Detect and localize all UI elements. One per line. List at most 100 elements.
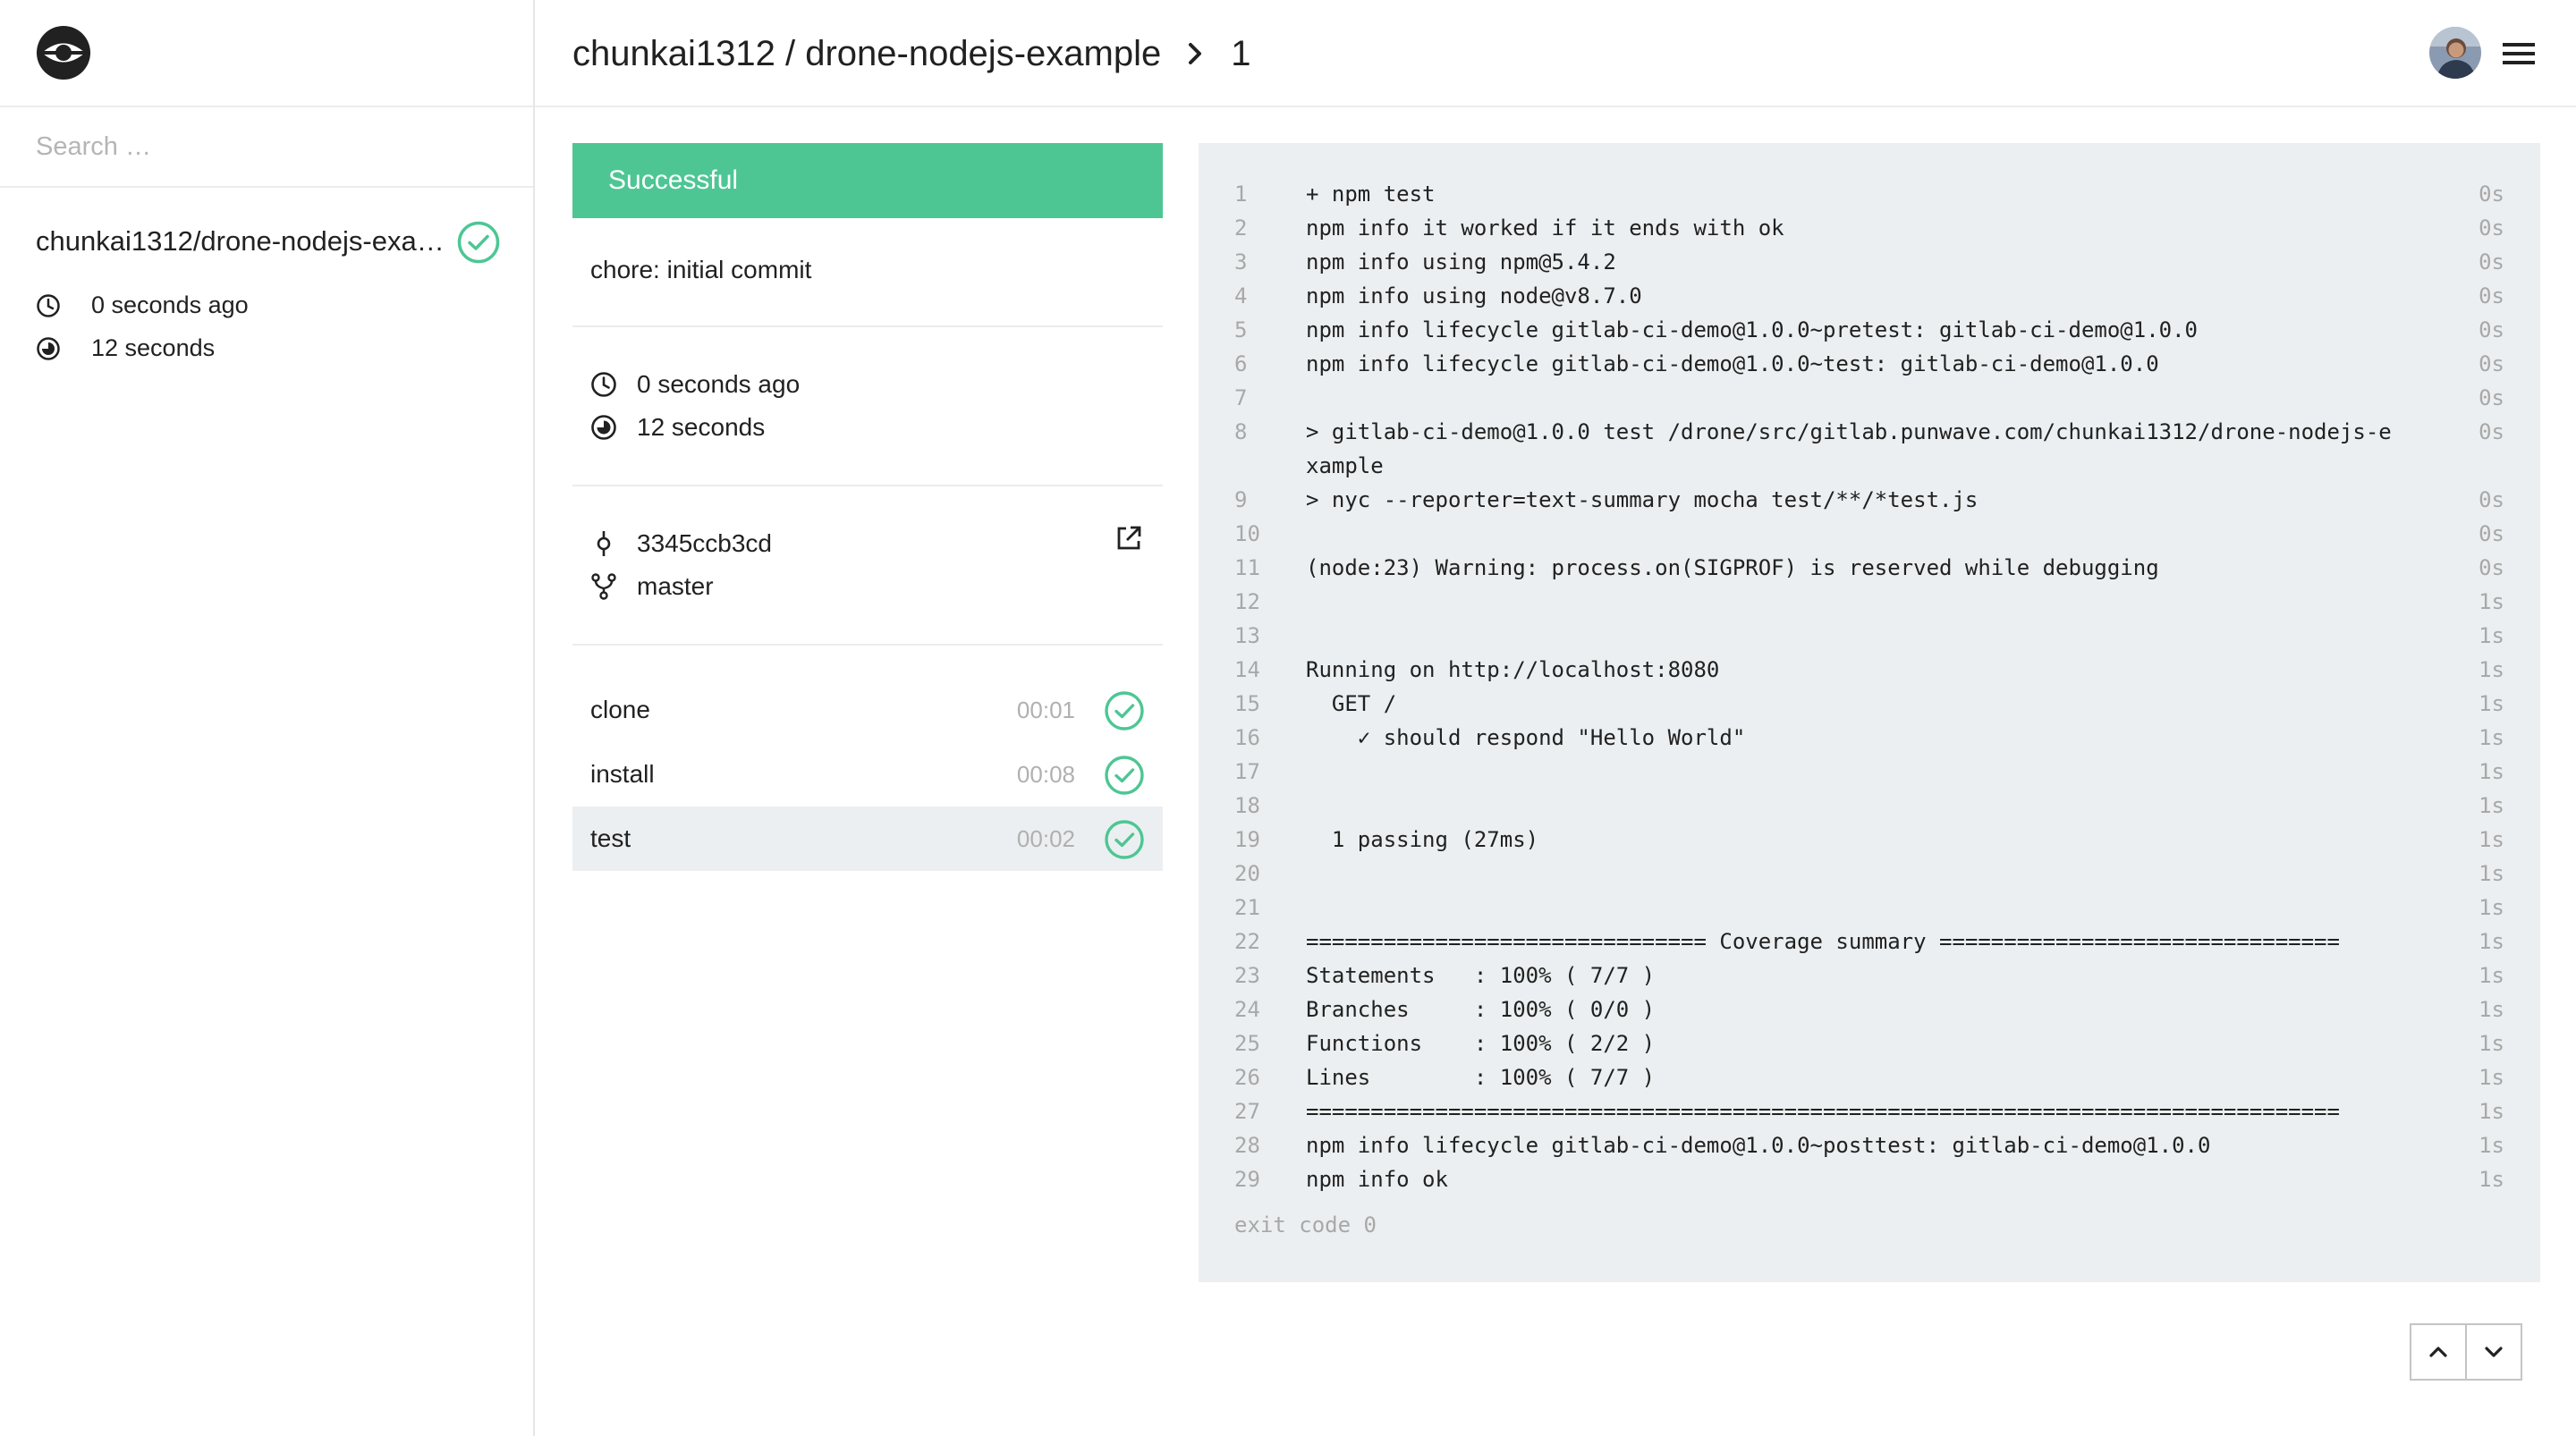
- log-line-number: 19: [1234, 827, 1260, 852]
- log-line-text: ========================================…: [1306, 1099, 2340, 1124]
- timelapse-icon: [36, 336, 61, 361]
- build-status-banner: Successful: [572, 143, 1163, 218]
- branch-icon: [590, 573, 617, 600]
- build-duration-text: 12 seconds: [637, 413, 766, 441]
- log-line-number: 17: [1234, 759, 1260, 784]
- branch-row: master: [590, 572, 714, 601]
- log-line-text: npm info lifecycle gitlab-ci-demo@1.0.0~…: [1306, 351, 2159, 376]
- commit-sha: 3345ccb3cd: [637, 529, 773, 557]
- log-line-time: 1s: [2479, 1031, 2504, 1056]
- log-line: 2 npm info it worked if it ends with ok 0s: [1199, 211, 2540, 245]
- log-line-text: > nyc --reporter=text-summary mocha test…: [1306, 487, 1979, 512]
- log-line-text: (node:23) Warning: process.on(SIGPROF) i…: [1306, 555, 2159, 580]
- log-line-number: 9: [1234, 487, 1248, 512]
- drone-logo-icon[interactable]: [34, 23, 93, 82]
- chevron-up-icon: [2429, 1347, 2447, 1357]
- log-line: 29 npm info ok 1s: [1199, 1162, 2540, 1196]
- commit-icon: [590, 530, 617, 557]
- log-output: 1 + npm test 0s 2 npm info it worked if it e…: [1199, 143, 2540, 1282]
- log-line-text: npm info lifecycle gitlab-ci-demo@1.0.0~…: [1306, 1133, 2211, 1158]
- log-line-time: 0s: [2479, 249, 2504, 275]
- step-item-active[interactable]: test 00:02: [572, 807, 1163, 871]
- external-link-icon[interactable]: [1114, 524, 1143, 553]
- check-circle-icon: [1104, 690, 1145, 731]
- log-line: 16 ✓ should respond "Hello World" 1s: [1199, 721, 2540, 755]
- log-lines: 1 + npm test 0s 2 npm info it worked if it e…: [1199, 177, 2540, 1196]
- commit-message: chore: initial commit: [590, 256, 812, 283]
- log-line-time: 1s: [2479, 725, 2504, 750]
- log-line-time: 0s: [2479, 351, 2504, 376]
- log-line: 14 Running on http://localhost:8080 1s: [1199, 653, 2540, 687]
- log-line-text: npm info using node@v8.7.0: [1306, 283, 1642, 308]
- log-line: 1 + npm test 0s: [1199, 177, 2540, 211]
- step-item[interactable]: install 00:08: [572, 742, 1163, 807]
- log-line-number: 4: [1234, 283, 1248, 308]
- log-line-time: 1s: [2479, 929, 2504, 954]
- log-line-number: 15: [1234, 691, 1260, 716]
- log-line-time: 0s: [2479, 487, 2504, 512]
- log-line: 10 0s: [1199, 517, 2540, 551]
- log-line-number: 12: [1234, 589, 1260, 614]
- scroll-up-button[interactable]: [2411, 1325, 2465, 1379]
- chevron-down-icon: [2485, 1347, 2503, 1357]
- chevron-right-icon: [1182, 41, 1208, 66]
- log-line-number: 1: [1234, 182, 1248, 207]
- log-line-text: npm info it worked if it ends with ok: [1306, 215, 1784, 241]
- log-line: 15 GET / 1s: [1199, 687, 2540, 721]
- repo-duration-text: 12 seconds: [91, 334, 216, 361]
- menu-icon[interactable]: [2501, 39, 2537, 68]
- log-line-number: 25: [1234, 1031, 1260, 1056]
- build-created-text: 0 seconds ago: [637, 370, 801, 398]
- log-line-text: ✓ should respond "Hello World": [1306, 725, 1746, 750]
- breadcrumb-repo-link[interactable]: chunkai1312 / drone-nodejs-example: [572, 34, 1161, 74]
- log-line: 4 npm info using node@v8.7.0 0s: [1199, 279, 2540, 313]
- log-line: 12 1s: [1199, 585, 2540, 619]
- log-line-number: 21: [1234, 895, 1260, 920]
- log-line: 24 Branches : 100% ( 0/0 ) 1s: [1199, 993, 2540, 1026]
- log-line-time: 1s: [2479, 1065, 2504, 1090]
- log-line-text: Lines : 100% ( 7/7 ): [1306, 1065, 1656, 1090]
- sidebar: chunkai1312/drone-nodejs-exa… 0 seconds …: [0, 0, 535, 1436]
- avatar[interactable]: [2429, 27, 2481, 79]
- log-line-time: 1s: [2479, 657, 2504, 682]
- branch-name: master: [637, 572, 714, 600]
- step-item[interactable]: clone 00:01: [572, 678, 1163, 742]
- divider: [572, 325, 1163, 327]
- repo-duration-row: 12 seconds: [36, 334, 215, 362]
- divider: [0, 186, 533, 188]
- timelapse-icon: [590, 414, 617, 441]
- log-line-time: 1s: [2479, 1133, 2504, 1158]
- commit-sha-row: 3345ccb3cd: [590, 529, 772, 558]
- log-line-time: 1s: [2479, 759, 2504, 784]
- check-circle-icon: [456, 220, 501, 269]
- repo-name[interactable]: chunkai1312/drone-nodejs-exa…: [36, 225, 445, 258]
- log-line-time: 1s: [2479, 1099, 2504, 1124]
- log-line-number: 20: [1234, 861, 1260, 886]
- divider: [535, 106, 2576, 107]
- log-line-text: 1 passing (27ms): [1306, 827, 1539, 852]
- divider: [572, 644, 1163, 646]
- log-line-number: 8: [1234, 419, 1248, 444]
- log-line-number: 18: [1234, 793, 1260, 818]
- search-input[interactable]: [0, 107, 533, 186]
- log-line-text: =============================== Coverage…: [1306, 929, 2340, 954]
- log-line-number: 14: [1234, 657, 1260, 682]
- log-line-number: 24: [1234, 997, 1260, 1022]
- log-line-number: 6: [1234, 351, 1248, 376]
- log-line-number: 2: [1234, 215, 1248, 241]
- scroll-down-button[interactable]: [2465, 1325, 2521, 1379]
- log-line: 21 1s: [1199, 891, 2540, 925]
- log-line: 18 1s: [1199, 789, 2540, 823]
- log-line-number: 26: [1234, 1065, 1260, 1090]
- step-name: install: [590, 760, 655, 788]
- divider: [572, 485, 1163, 486]
- breadcrumb-build-number: 1: [1231, 33, 1251, 73]
- log-line: 28 npm info lifecycle gitlab-ci-demo@1.0.…: [1199, 1128, 2540, 1162]
- log-line: 11 (node:23) Warning: process.on(SIGPROF)…: [1199, 551, 2540, 585]
- log-line: 3 npm info using npm@5.4.2 0s: [1199, 245, 2540, 279]
- log-line-number: 22: [1234, 929, 1260, 954]
- log-line: 20 1s: [1199, 857, 2540, 891]
- repo-created-row: 0 seconds ago: [36, 291, 249, 319]
- log-line-time: 0s: [2479, 215, 2504, 241]
- log-line-number: 7: [1234, 385, 1248, 410]
